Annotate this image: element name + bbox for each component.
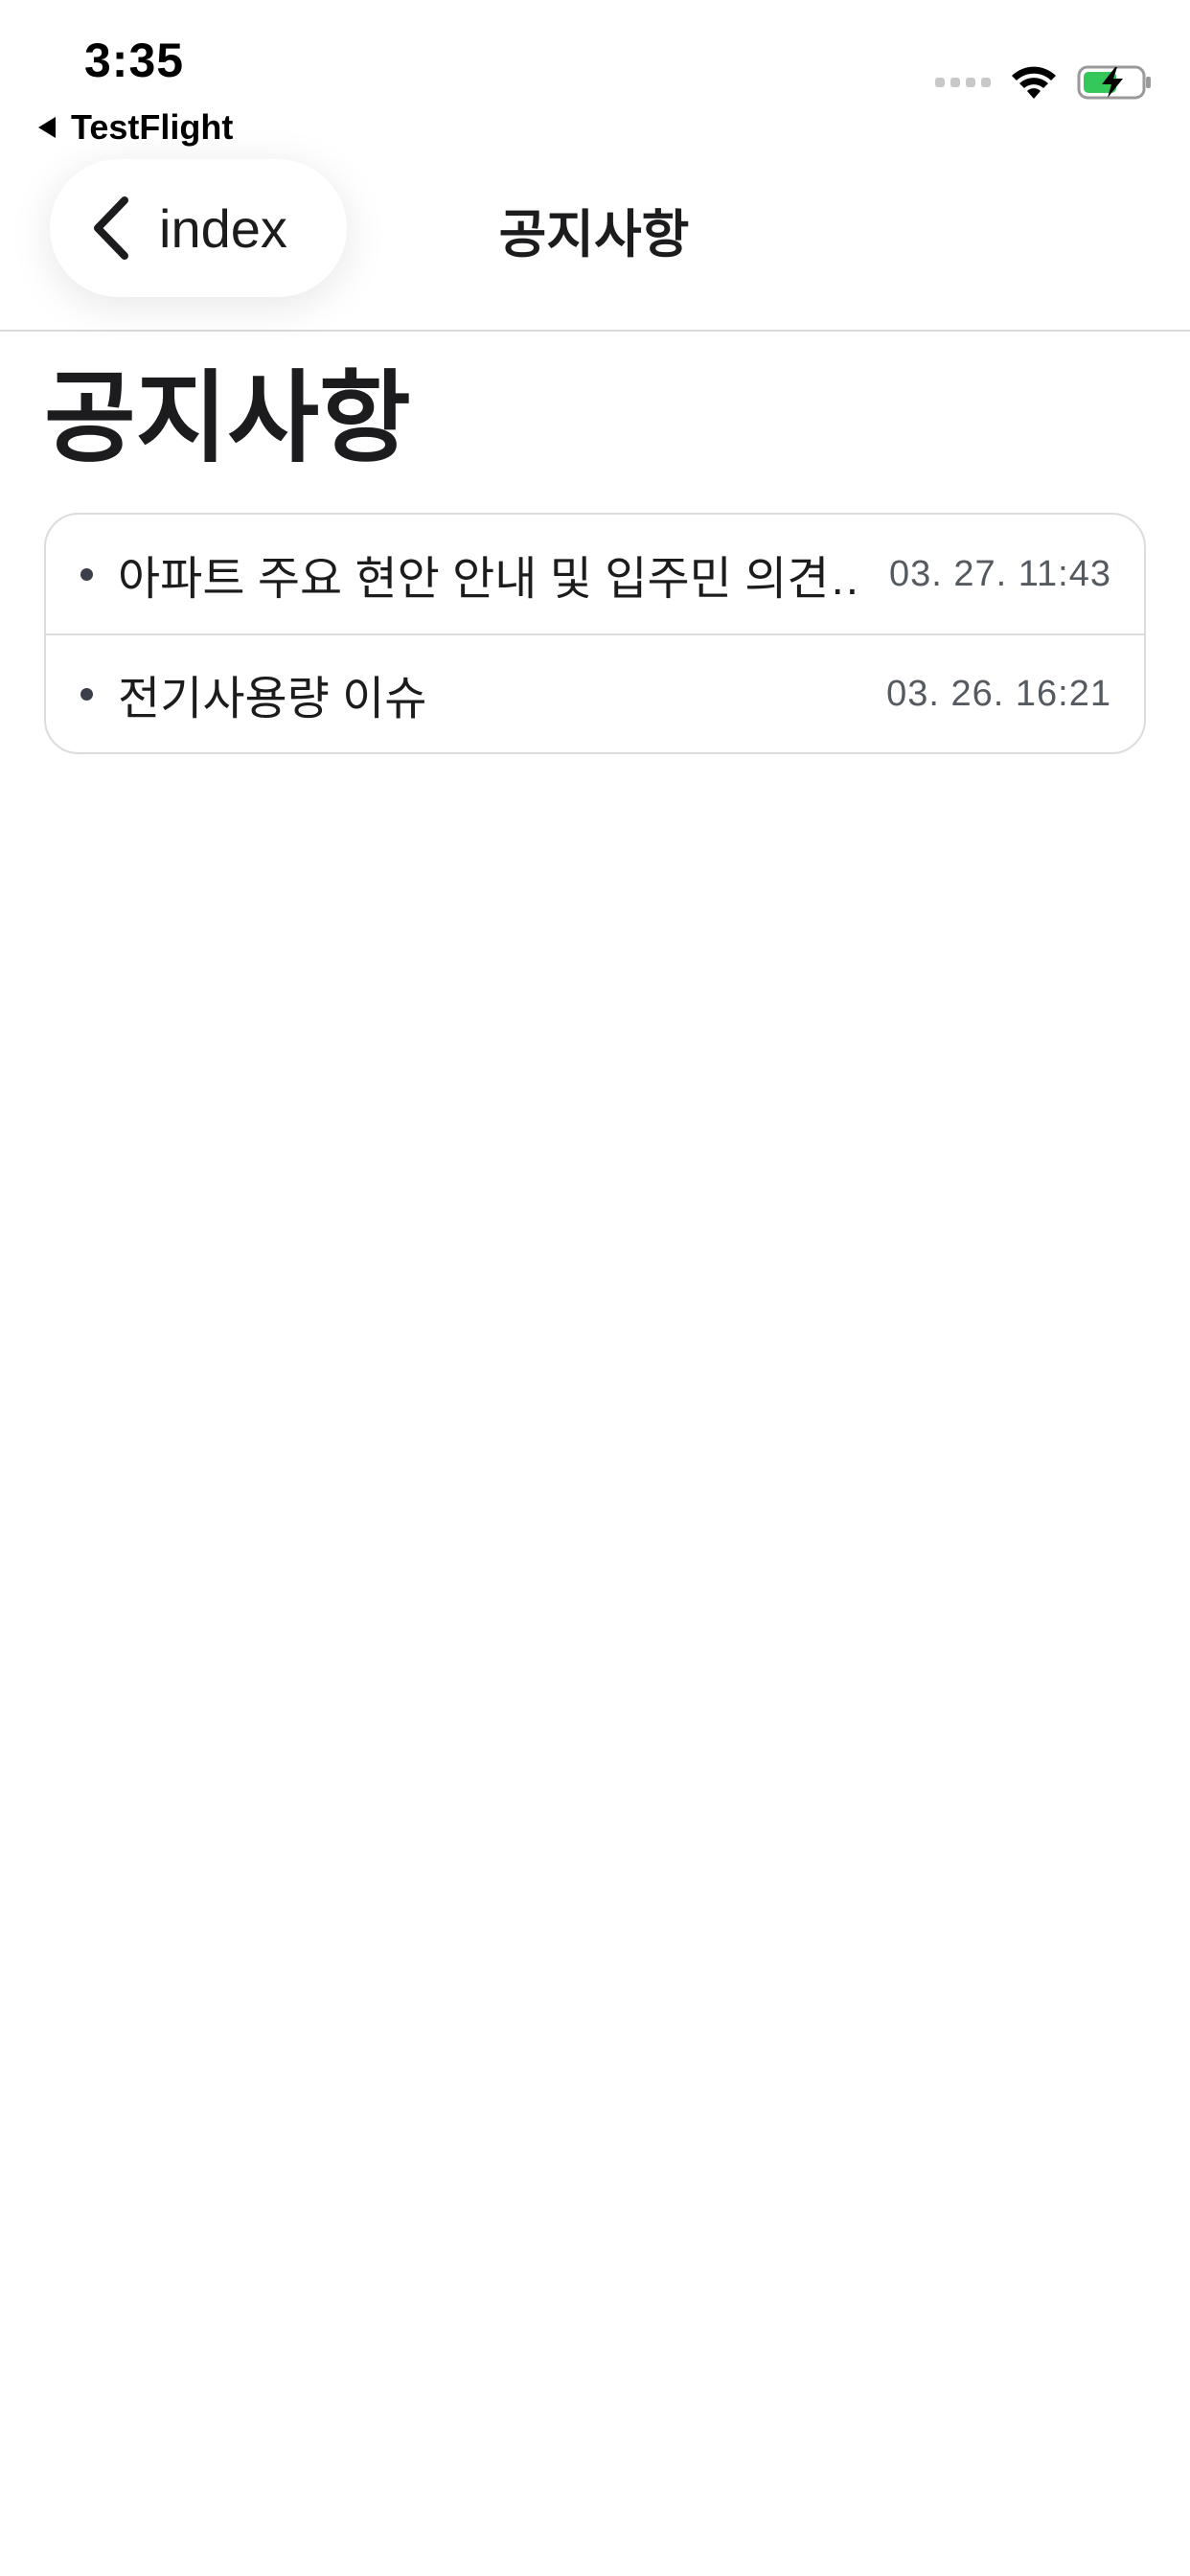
battery-charging-icon: [1077, 65, 1151, 100]
navigation-header: 3:35 TestFlight index 공지사항: [0, 0, 1190, 332]
back-triangle-icon: [38, 117, 56, 138]
back-button-label: index: [159, 197, 287, 259]
notice-title: 아파트 주요 현안 안내 및 입주민 의견…: [118, 554, 860, 605]
back-to-app-label: TestFlight: [71, 107, 234, 147]
page-title: 공지사항: [44, 363, 411, 474]
notice-item[interactable]: 아파트 주요 현안 안내 및 입주민 의견… 03. 27. 11:43: [46, 515, 1144, 633]
bullet-icon: [80, 687, 93, 701]
notice-date: 03. 27. 11:43: [888, 553, 1111, 594]
app-screen: 3:35 TestFlight index 공지사항 공지사항 아파트 주요 현…: [0, 0, 1190, 2576]
back-to-app-link[interactable]: TestFlight: [38, 107, 233, 148]
cellular-signal-icon: [935, 78, 991, 87]
notice-item[interactable]: 전기사용량 이슈 03. 26. 16:21: [46, 633, 1144, 752]
notice-list: 아파트 주요 현안 안내 및 입주민 의견… 03. 27. 11:43 전기사…: [44, 513, 1146, 754]
notice-title: 전기사용량 이슈: [118, 674, 427, 724]
notice-date: 03. 26. 16:21: [886, 673, 1111, 714]
status-time: 3:35: [84, 34, 185, 87]
wifi-icon: [1012, 66, 1056, 99]
chevron-left-icon: [94, 196, 128, 260]
status-indicators: [935, 63, 1154, 102]
back-button[interactable]: index: [50, 159, 347, 297]
nav-title: 공지사항: [498, 206, 690, 264]
bullet-icon: [80, 567, 93, 581]
